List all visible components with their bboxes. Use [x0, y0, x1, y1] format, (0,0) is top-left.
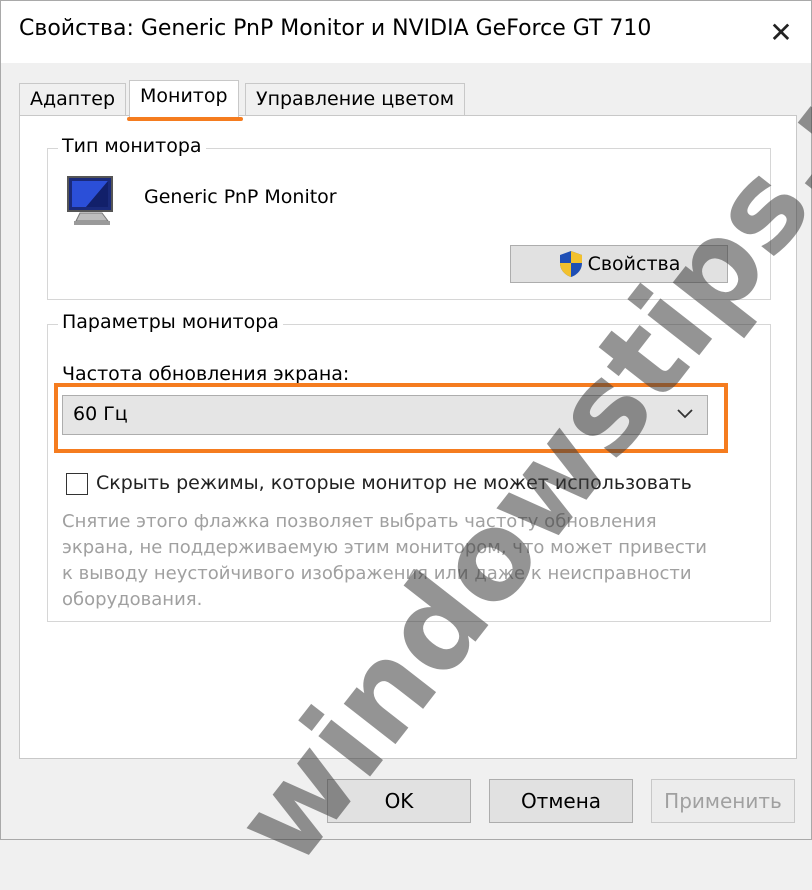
hide-modes-checkbox[interactable]: [66, 473, 88, 495]
monitor-name: Generic PnP Monitor: [144, 186, 337, 208]
properties-dialog: Свойства: Generic PnP Monitor и NVIDIA G…: [0, 0, 812, 840]
uac-shield-icon: [559, 251, 582, 277]
cancel-button[interactable]: Отмена: [489, 779, 633, 823]
refresh-rate-label: Частота обновления экрана:: [62, 363, 350, 385]
monitor-tab-panel: Тип монитора Generic PnP Monitor Свойств…: [19, 115, 797, 759]
monitor-settings-group: Параметры монитора Частота обновления эк…: [47, 311, 771, 622]
close-icon: ✕: [769, 15, 793, 49]
monitor-properties-button-label: Свойства: [587, 253, 681, 275]
monitor-type-group: Тип монитора Generic PnP Monitor Свойств…: [47, 135, 771, 300]
title-bar: Свойства: Generic PnP Monitor и NVIDIA G…: [1, 1, 811, 63]
tab-highlight-underline: [127, 117, 243, 121]
monitor-icon: [67, 176, 113, 225]
tab-monitor[interactable]: Монитор: [129, 80, 239, 117]
close-button[interactable]: ✕: [751, 1, 811, 63]
tab-color-management[interactable]: Управление цветом: [245, 83, 466, 116]
window-title: Свойства: Generic PnP Monitor и NVIDIA G…: [19, 16, 652, 41]
refresh-rate-highlight: [54, 383, 728, 453]
apply-button[interactable]: Применить: [651, 779, 795, 823]
monitor-settings-label: Параметры монитора: [58, 311, 283, 333]
tab-adapter[interactable]: Адаптер: [19, 83, 127, 116]
monitor-properties-button[interactable]: Свойства: [510, 245, 728, 283]
monitor-type-label: Тип монитора: [58, 135, 206, 157]
ok-button[interactable]: OK: [327, 779, 471, 823]
hide-modes-description: Снятие этого флажка позволяет выбрать ча…: [62, 511, 707, 610]
hide-modes-label[interactable]: Скрыть режимы, которые монитор не может …: [96, 472, 692, 494]
